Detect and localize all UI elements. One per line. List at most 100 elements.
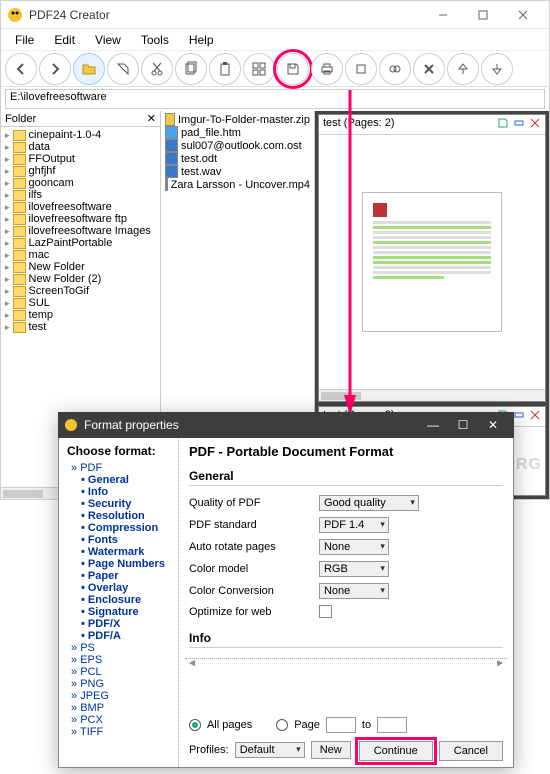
- format-pdf[interactable]: PDF: [67, 462, 170, 474]
- save-icon[interactable]: [497, 117, 509, 132]
- cancel-button[interactable]: Cancel: [439, 741, 503, 761]
- dialog-body: Choose format: PDFGeneralInfoSecurityRes…: [58, 438, 514, 768]
- standard-select[interactable]: PDF 1.4: [319, 517, 389, 533]
- menu-edit[interactable]: Edit: [44, 31, 85, 49]
- quality-select[interactable]: Good quality: [319, 495, 419, 511]
- file-item[interactable]: test.wav: [163, 165, 312, 178]
- print-icon[interactable]: [513, 117, 525, 132]
- format-png[interactable]: PNG: [67, 678, 170, 690]
- copy-button[interactable]: [175, 53, 207, 85]
- format-pcx[interactable]: PCX: [67, 714, 170, 726]
- maximize-button[interactable]: [463, 3, 503, 27]
- file-item[interactable]: Zara Larsson - Uncover.mp4: [163, 178, 312, 191]
- format-tree[interactable]: Choose format: PDFGeneralInfoSecurityRes…: [59, 438, 179, 767]
- delete-button[interactable]: [413, 53, 445, 85]
- dialog-title: Format properties: [84, 418, 418, 432]
- format-pdf-pdf-x[interactable]: PDF/X: [67, 618, 170, 630]
- standard-label: PDF standard: [189, 519, 319, 531]
- format-pcl[interactable]: PCL: [67, 666, 170, 678]
- folder-item[interactable]: ▸ilovefreesoftware Images: [3, 225, 158, 237]
- file-list[interactable]: Imgur-To-Folder-master.zippad_file.htmsu…: [161, 111, 314, 193]
- autorotate-select[interactable]: None: [319, 539, 389, 555]
- folder-item[interactable]: ▸ghfjhf: [3, 165, 158, 177]
- stop-button[interactable]: [345, 53, 377, 85]
- profiles-select[interactable]: Default: [235, 742, 305, 758]
- folder-item[interactable]: ▸ilovefreesoftware ftp: [3, 213, 158, 225]
- menu-tools[interactable]: Tools: [131, 31, 179, 49]
- format-eps[interactable]: EPS: [67, 654, 170, 666]
- close-icon[interactable]: [529, 409, 541, 424]
- folder-item[interactable]: ▸gooncam: [3, 177, 158, 189]
- format-pdf-info[interactable]: Info: [67, 486, 170, 498]
- folder-item[interactable]: ▸mac: [3, 249, 158, 261]
- print-icon[interactable]: [513, 409, 525, 424]
- file-item[interactable]: pad_file.htm: [163, 126, 312, 139]
- page-to-input[interactable]: [377, 717, 407, 733]
- format-pdf-watermark[interactable]: Watermark: [67, 546, 170, 558]
- folder-item[interactable]: ▸New Folder: [3, 261, 158, 273]
- forward-button[interactable]: [39, 53, 71, 85]
- print-button[interactable]: [311, 53, 343, 85]
- menu-help[interactable]: Help: [179, 31, 224, 49]
- format-pdf-enclosure[interactable]: Enclosure: [67, 594, 170, 606]
- close-icon[interactable]: [529, 117, 541, 132]
- address-bar[interactable]: E:\ilovefreesoftware: [5, 89, 545, 109]
- format-pdf-compression[interactable]: Compression: [67, 522, 170, 534]
- format-pdf-general[interactable]: General: [67, 474, 170, 486]
- format-jpeg[interactable]: JPEG: [67, 690, 170, 702]
- down-button[interactable]: [481, 53, 513, 85]
- file-item[interactable]: test.odt: [163, 152, 312, 165]
- folder-item[interactable]: ▸temp: [3, 309, 158, 321]
- format-pdf-pdf-a[interactable]: PDF/A: [67, 630, 170, 642]
- format-pdf-signature[interactable]: Signature: [67, 606, 170, 618]
- dialog-minimize[interactable]: —: [418, 413, 448, 437]
- cut-button[interactable]: [141, 53, 173, 85]
- open-button[interactable]: [73, 53, 105, 85]
- tag-button[interactable]: [107, 53, 139, 85]
- link-button[interactable]: [379, 53, 411, 85]
- format-bmp[interactable]: BMP: [67, 702, 170, 714]
- folder-item[interactable]: ▸ilovefreesoftware: [3, 201, 158, 213]
- menu-file[interactable]: File: [5, 31, 44, 49]
- folder-item[interactable]: ▸cinepaint-1.0-4: [3, 129, 158, 141]
- optimize-checkbox[interactable]: [319, 605, 332, 618]
- dialog-close[interactable]: ✕: [478, 413, 508, 437]
- file-item[interactable]: sul007@outlook.com.ost: [163, 139, 312, 152]
- folder-item[interactable]: ▸LazPaintPortable: [3, 237, 158, 249]
- format-pdf-resolution[interactable]: Resolution: [67, 510, 170, 522]
- back-button[interactable]: [5, 53, 37, 85]
- folder-item[interactable]: ▸ScreenToGif: [3, 285, 158, 297]
- save-button[interactable]: [277, 53, 309, 85]
- format-settings: PDF - Portable Document Format General Q…: [179, 438, 513, 767]
- format-pdf-fonts[interactable]: Fonts: [67, 534, 170, 546]
- folder-item[interactable]: ▸data: [3, 141, 158, 153]
- new-profile-button[interactable]: New: [311, 741, 351, 759]
- folder-item[interactable]: ▸New Folder (2): [3, 273, 158, 285]
- minimize-button[interactable]: [423, 3, 463, 27]
- folder-item[interactable]: ▸ilfs: [3, 189, 158, 201]
- folder-item[interactable]: ▸test: [3, 321, 158, 333]
- page-from-input[interactable]: [326, 717, 356, 733]
- colormodel-select[interactable]: RGB: [319, 561, 389, 577]
- file-item[interactable]: Imgur-To-Folder-master.zip: [163, 113, 312, 126]
- inner-scrollbar[interactable]: [185, 658, 507, 670]
- up-button[interactable]: [447, 53, 479, 85]
- close-pane-icon[interactable]: ✕: [147, 112, 156, 125]
- menu-view[interactable]: View: [85, 31, 131, 49]
- dialog-maximize[interactable]: ☐: [448, 413, 478, 437]
- format-pdf-paper[interactable]: Paper: [67, 570, 170, 582]
- all-pages-radio[interactable]: [189, 719, 201, 731]
- format-ps[interactable]: PS: [67, 642, 170, 654]
- format-pdf-overlay[interactable]: Overlay: [67, 582, 170, 594]
- close-button[interactable]: [503, 3, 543, 27]
- continue-button[interactable]: Continue: [359, 741, 433, 761]
- format-pdf-security[interactable]: Security: [67, 498, 170, 510]
- format-tiff[interactable]: TIFF: [67, 726, 170, 738]
- colorconv-select[interactable]: None: [319, 583, 389, 599]
- page-range-radio[interactable]: [276, 719, 288, 731]
- paste-button[interactable]: [209, 53, 241, 85]
- folder-item[interactable]: ▸SUL: [3, 297, 158, 309]
- format-pdf-page-numbers[interactable]: Page Numbers: [67, 558, 170, 570]
- grid-button[interactable]: [243, 53, 275, 85]
- folder-item[interactable]: ▸FFOutput: [3, 153, 158, 165]
